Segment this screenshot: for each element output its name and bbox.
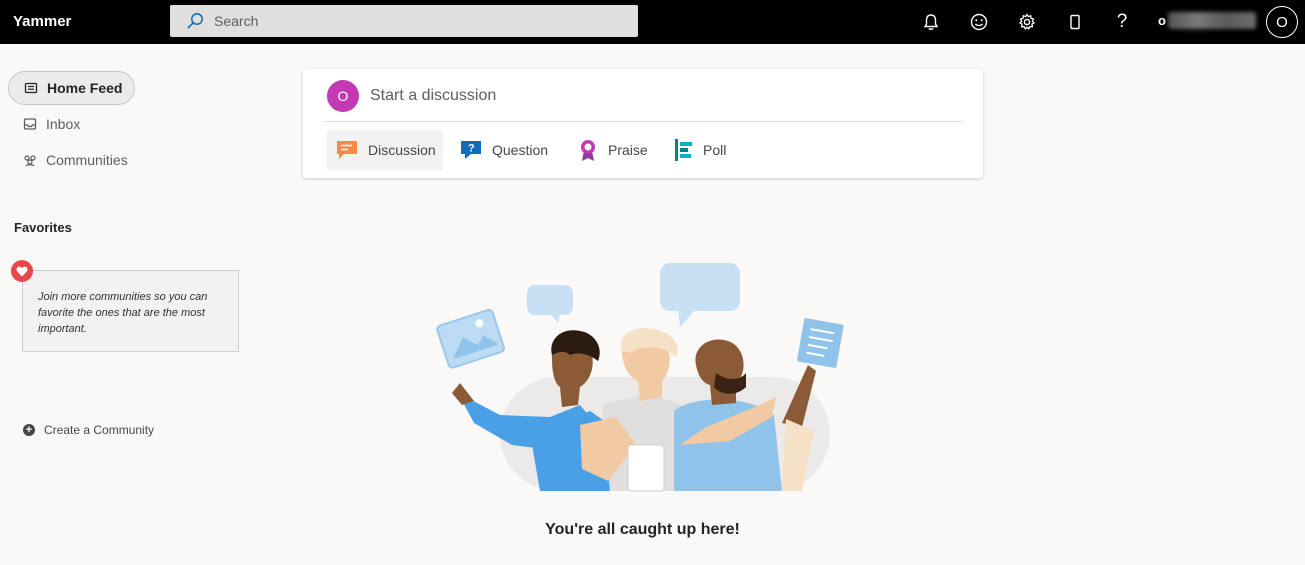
brand-logo[interactable]: Yammer xyxy=(13,13,71,30)
tab-discussion[interactable]: Discussion xyxy=(327,130,443,170)
tab-label: Discussion xyxy=(368,142,436,158)
caught-up-message: You're all caught up here! xyxy=(545,521,740,538)
nav-label: Communities xyxy=(46,152,128,168)
poll-icon xyxy=(675,139,692,161)
praise-icon xyxy=(581,140,595,161)
search-icon xyxy=(187,13,203,29)
gear-icon[interactable] xyxy=(1016,11,1038,33)
user-name[interactable]: o xyxy=(1158,13,1166,28)
discussion-icon xyxy=(337,141,357,159)
create-community-button[interactable]: + Create a Community xyxy=(23,423,154,437)
publisher-card: O Start a discussion Discussion ? Questi… xyxy=(303,69,983,178)
nav-label: Inbox xyxy=(46,116,81,132)
favorites-heading: Favorites xyxy=(14,220,72,235)
search-box[interactable] xyxy=(170,5,638,37)
publisher-avatar: O xyxy=(327,80,359,112)
tab-label: Praise xyxy=(608,142,648,158)
phone-icon[interactable] xyxy=(1064,11,1086,33)
plus-icon: + xyxy=(23,424,35,436)
heart-icon xyxy=(11,260,33,282)
nav-item-home-feed[interactable]: Home Feed xyxy=(8,71,135,105)
help-icon[interactable]: ? xyxy=(1111,11,1133,33)
user-avatar[interactable]: O xyxy=(1266,6,1298,38)
tab-praise[interactable]: Praise xyxy=(575,130,648,170)
inbox-icon xyxy=(23,117,37,131)
bell-icon[interactable] xyxy=(920,11,942,33)
start-discussion-input[interactable]: Start a discussion xyxy=(370,87,496,105)
tab-label: Poll xyxy=(703,142,727,158)
caught-up-illustration xyxy=(436,263,844,492)
tab-poll[interactable]: Poll xyxy=(672,130,726,170)
tab-question[interactable]: ? Question xyxy=(456,130,548,170)
favorites-hint: Join more communities so you can favorit… xyxy=(22,270,239,352)
top-bar: Yammer ? o O xyxy=(0,0,1305,44)
home-feed-icon xyxy=(24,81,38,95)
nav-item-communities[interactable]: Communities xyxy=(8,143,128,177)
user-name-redacted xyxy=(1168,12,1256,29)
divider xyxy=(323,121,963,122)
communities-icon xyxy=(23,153,37,167)
search-input[interactable] xyxy=(214,5,624,37)
question-icon: ? xyxy=(461,141,481,159)
svg-text:?: ? xyxy=(468,143,475,155)
tab-label: Question xyxy=(492,142,549,158)
smiley-icon[interactable] xyxy=(968,11,990,33)
create-community-label: Create a Community xyxy=(44,423,155,437)
nav-label: Home Feed xyxy=(47,80,123,96)
nav-item-inbox[interactable]: Inbox xyxy=(8,107,80,141)
